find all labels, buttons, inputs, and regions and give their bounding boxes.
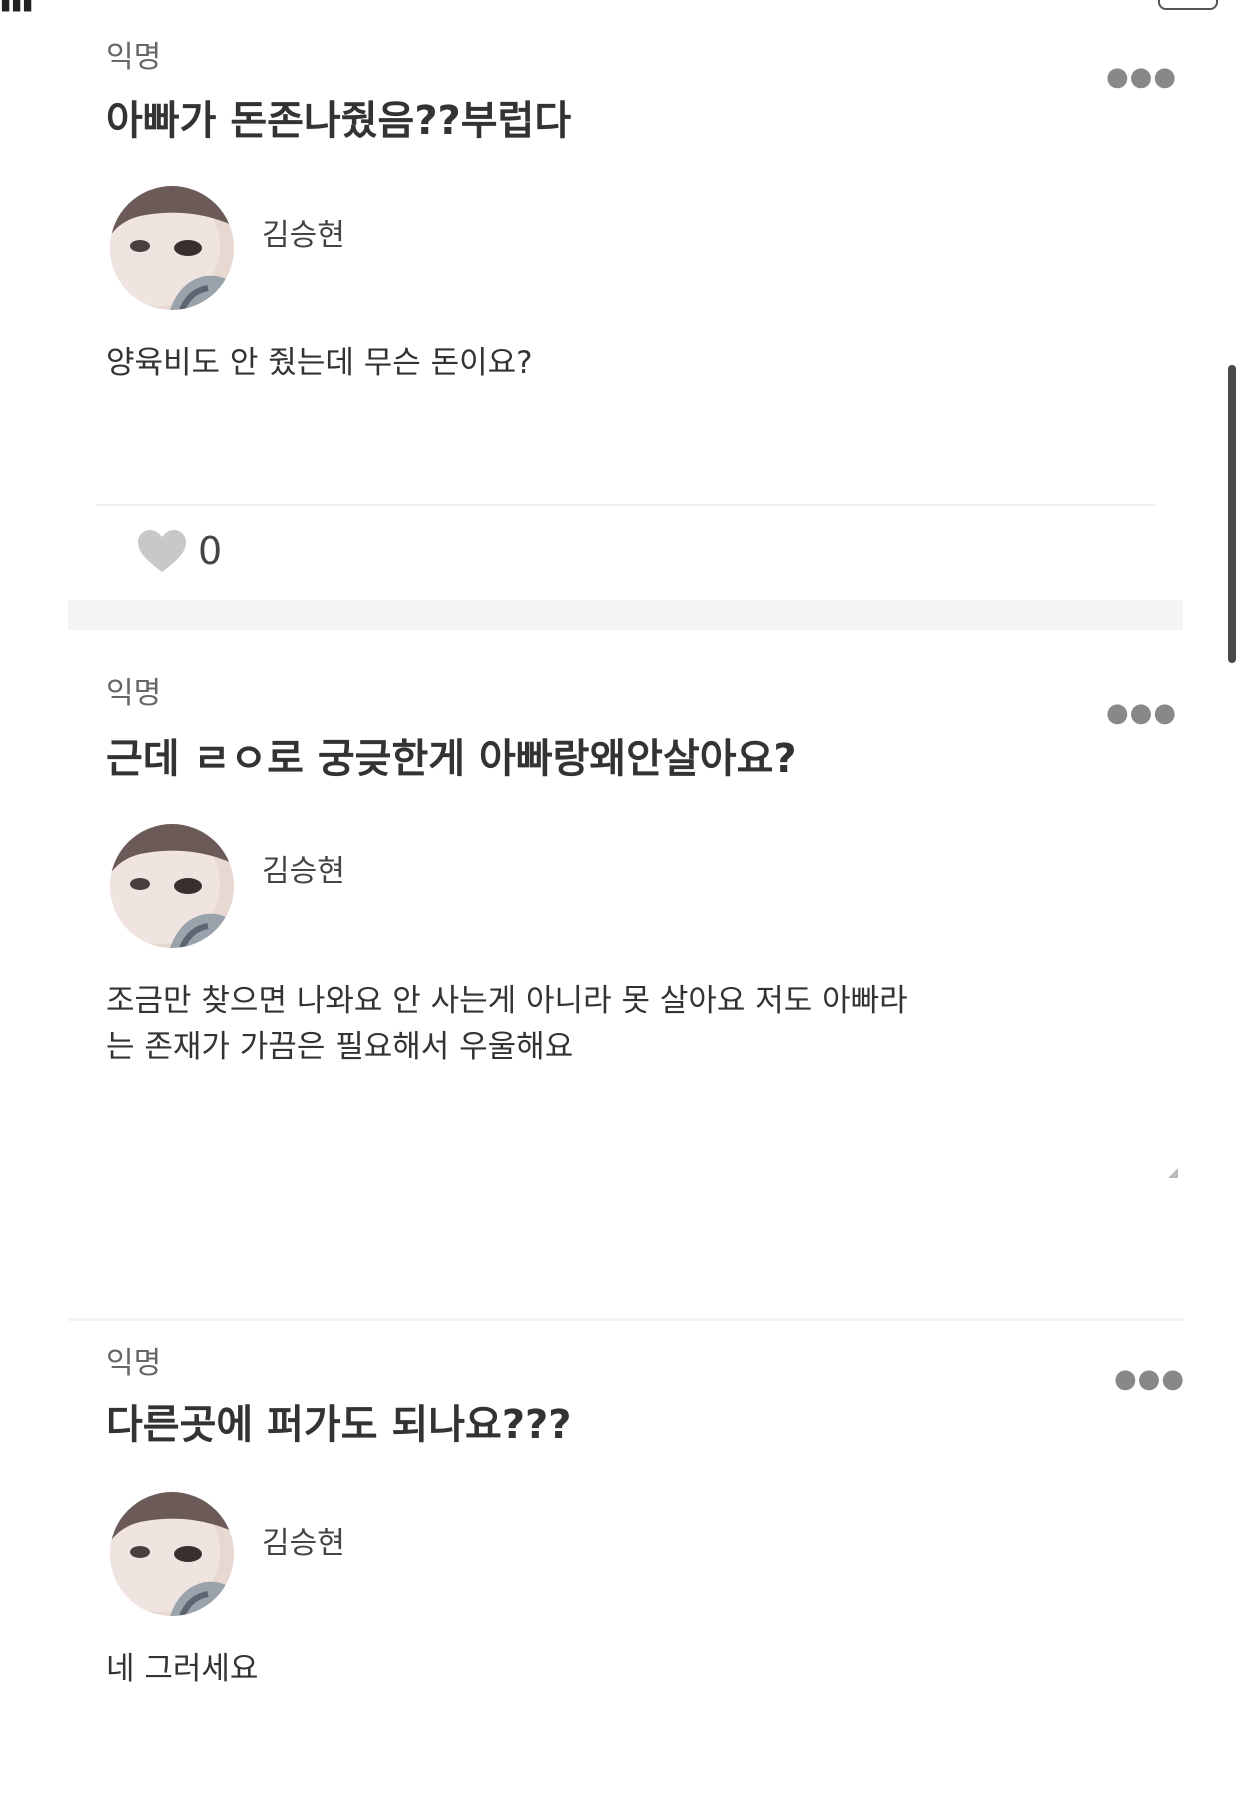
answer-text: 양육비도 안 줬는데 무슨 돈이요? (106, 345, 533, 381)
anonymous-label: 익명 (106, 1346, 162, 1381)
author-name[interactable]: 김승현 (262, 210, 345, 254)
avatar[interactable] (110, 186, 234, 310)
anonymous-label: 익명 (106, 40, 162, 75)
answer-text: 조금만 찾으면 나와요 안 사는게 아니라 못 살아요 저도 아빠라 는 존재가… (106, 983, 908, 1065)
post-card-2: 익명 근데 ㄹㅇ로 궁긎한게 아빠랑왜안살아요? ●●● 김승현 조금만 찾으면… (68, 630, 1183, 1170)
anonymous-label: 익명 (106, 676, 162, 711)
post-card-3: 익명 다른곳에 퍼가도 되나요??? ●●● 김승현 네 그러세요 (68, 1322, 1185, 1803)
divider (96, 504, 1156, 506)
author-name[interactable]: 김승현 (262, 1518, 345, 1562)
author-name[interactable]: 김승현 (262, 846, 345, 890)
more-dots-icon[interactable]: ●●● (1106, 62, 1177, 92)
scrollbar[interactable] (1228, 365, 1236, 663)
more-dots-icon[interactable]: ●●● (1106, 698, 1177, 728)
heart-icon (138, 530, 186, 572)
question-title: 다른곳에 퍼가도 되나요??? (106, 1402, 572, 1448)
post-separator (68, 600, 1183, 630)
like-count: 0 (198, 529, 223, 573)
question-title: 아빠가 돈존나줬음??부럽다 (106, 98, 572, 144)
more-dots-icon[interactable]: ●●● (1114, 1364, 1185, 1394)
resize-grip-icon (1168, 1168, 1178, 1178)
signal-bars-icon: ▮▮▮ (0, 0, 34, 14)
question-title: 근데 ㄹㅇ로 궁긎한게 아빠랑왜안살아요? (106, 736, 797, 782)
answer-text: 네 그러세요 (106, 1651, 259, 1687)
post-card-1: 익명 아빠가 돈존나줬음??부럽다 ●●● 김승현 양육비도 안 줬는데 무슨 … (68, 0, 1183, 600)
avatar[interactable] (110, 1492, 234, 1616)
like-button[interactable]: 0 (136, 528, 222, 574)
divider (68, 1318, 1183, 1321)
avatar[interactable] (110, 824, 234, 948)
